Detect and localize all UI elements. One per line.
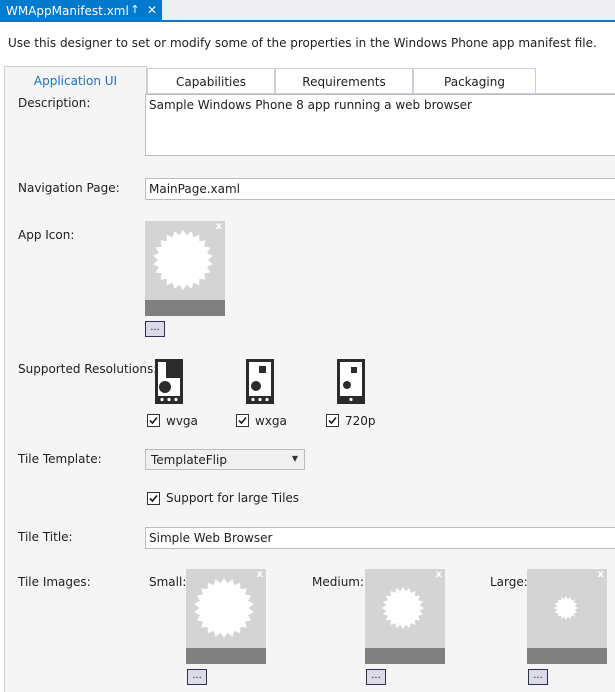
large-tile-label: Large: bbox=[490, 575, 528, 589]
wxga-label: wxga bbox=[255, 414, 287, 428]
small-tile-preview: x bbox=[186, 569, 266, 664]
medium-tile-label: Medium: bbox=[312, 575, 365, 589]
tile-template-label: Tile Template: bbox=[18, 452, 102, 466]
tile-template-value: TemplateFlip bbox=[151, 453, 227, 467]
small-tile-label: Small: bbox=[149, 575, 187, 589]
tile-images-label: Tile Images: bbox=[18, 575, 91, 589]
large-tiles-checkbox[interactable] bbox=[147, 492, 160, 505]
wvga-label: wvga bbox=[166, 414, 198, 428]
medium-tile-starburst-icon bbox=[382, 587, 424, 629]
tile-title-label: Tile Title: bbox=[18, 530, 73, 544]
720p-checkbox[interactable] bbox=[326, 414, 339, 427]
document-tab-strip: WMAppManifest.xml ↑ ✕ bbox=[0, 0, 615, 22]
large-tile-band bbox=[527, 648, 607, 664]
document-tab[interactable]: WMAppManifest.xml ↑ ✕ bbox=[0, 0, 162, 22]
document-tab-underline bbox=[0, 20, 615, 22]
tab-capabilities[interactable]: Capabilities bbox=[147, 68, 275, 94]
close-icon[interactable]: ✕ bbox=[145, 3, 159, 17]
designer-description: Use this designer to set or modify some … bbox=[8, 36, 597, 50]
navigation-page-input[interactable]: MainPage.xaml bbox=[145, 178, 615, 200]
supported-resolutions-label: Supported Resolutions: bbox=[18, 362, 158, 376]
small-tile-browse-button[interactable]: ... bbox=[187, 669, 207, 685]
app-icon-starburst-icon bbox=[153, 230, 213, 290]
large-tiles-label: Support for large Tiles bbox=[166, 491, 300, 505]
small-tile-band bbox=[186, 648, 266, 664]
app-icon-remove-icon[interactable]: x bbox=[216, 222, 222, 232]
small-tile-starburst-icon bbox=[194, 578, 254, 638]
medium-tile-preview: x bbox=[365, 569, 445, 664]
chevron-down-icon: ▼ bbox=[291, 454, 298, 463]
navigation-page-label: Navigation Page: bbox=[18, 181, 120, 195]
tab-requirements[interactable]: Requirements bbox=[275, 68, 413, 94]
large-tile-remove-icon[interactable]: x bbox=[598, 570, 604, 580]
app-icon-band bbox=[145, 300, 225, 316]
large-tile-starburst-icon bbox=[554, 596, 578, 620]
description-textarea[interactable]: Sample Windows Phone 8 app running a web… bbox=[145, 94, 615, 156]
tile-template-select[interactable]: TemplateFlip ▼ bbox=[145, 449, 305, 470]
description-label: Description: bbox=[18, 96, 91, 110]
large-tile-browse-button[interactable]: ... bbox=[528, 669, 548, 685]
pin-icon[interactable]: ↑ bbox=[128, 3, 142, 17]
tile-title-input[interactable]: Simple Web Browser bbox=[145, 527, 615, 549]
720p-phone-icon bbox=[337, 359, 365, 404]
small-tile-remove-icon[interactable]: x bbox=[257, 570, 263, 580]
wxga-checkbox[interactable] bbox=[236, 414, 249, 427]
wvga-checkbox[interactable] bbox=[147, 414, 160, 427]
large-tile-preview: x bbox=[527, 569, 607, 664]
app-icon-preview: x bbox=[145, 221, 225, 316]
wxga-phone-icon bbox=[246, 359, 274, 404]
medium-tile-remove-icon[interactable]: x bbox=[436, 570, 442, 580]
app-icon-label: App Icon: bbox=[18, 228, 75, 242]
720p-label: 720p bbox=[345, 414, 376, 428]
tab-application-ui[interactable]: Application UI bbox=[4, 66, 147, 94]
medium-tile-band bbox=[365, 648, 445, 664]
tab-packaging[interactable]: Packaging bbox=[413, 68, 536, 94]
app-icon-browse-button[interactable]: ... bbox=[145, 321, 165, 337]
wvga-phone-icon bbox=[155, 359, 183, 404]
document-tab-title: WMAppManifest.xml bbox=[6, 4, 129, 18]
medium-tile-browse-button[interactable]: ... bbox=[366, 669, 386, 685]
